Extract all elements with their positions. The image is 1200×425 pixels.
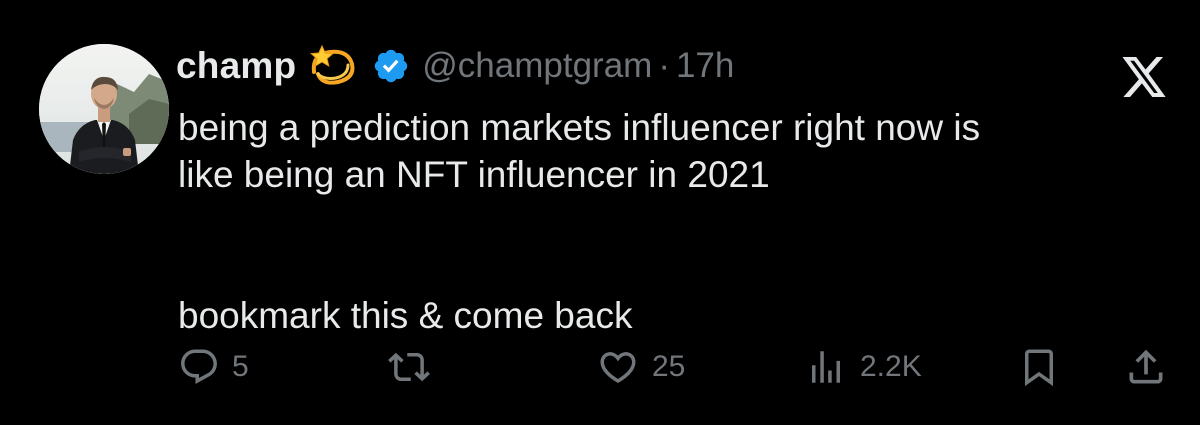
avatar[interactable]	[39, 44, 169, 174]
bookmark-button[interactable]	[1018, 340, 1060, 394]
tweet-text-line: like being an NFT influencer in 2021	[178, 154, 770, 195]
like-count: 25	[652, 350, 686, 383]
verified-badge-icon[interactable]	[372, 47, 410, 85]
tweet-header: champ @champtgram · 17h	[176, 38, 734, 94]
retweet-icon	[388, 352, 430, 382]
reply-count: 5	[232, 350, 249, 383]
tweet-card[interactable]: champ @champtgram · 17h being a predicti…	[0, 0, 1200, 425]
reply-icon	[181, 349, 217, 384]
views-count: 2.2K	[860, 350, 922, 383]
reply-button[interactable]: 5	[178, 340, 249, 394]
heart-icon	[600, 352, 636, 384]
x-logo-icon[interactable]	[1120, 55, 1168, 99]
bookmark-icon	[1025, 349, 1053, 387]
share-icon	[1129, 349, 1163, 384]
share-button[interactable]	[1124, 340, 1168, 394]
separator-dot: ·	[658, 46, 670, 85]
dizzy-emoji-icon	[308, 42, 362, 90]
tweet-text: being a prediction markets influencer ri…	[178, 104, 1168, 339]
retweet-button[interactable]	[386, 340, 444, 394]
tweet-text-line: being a prediction markets influencer ri…	[178, 107, 981, 148]
author-display-name[interactable]: champ	[176, 45, 296, 87]
profile-photo	[39, 44, 169, 174]
timestamp[interactable]: 17h	[676, 46, 734, 86]
tweet-text-line: bookmark this & come back	[178, 295, 633, 336]
action-bar: 5 25 2.2K	[0, 340, 1200, 394]
views-button[interactable]: 2.2K	[804, 340, 922, 394]
views-icon	[812, 351, 840, 383]
like-button[interactable]: 25	[596, 340, 685, 394]
author-handle[interactable]: @champtgram	[422, 46, 652, 86]
